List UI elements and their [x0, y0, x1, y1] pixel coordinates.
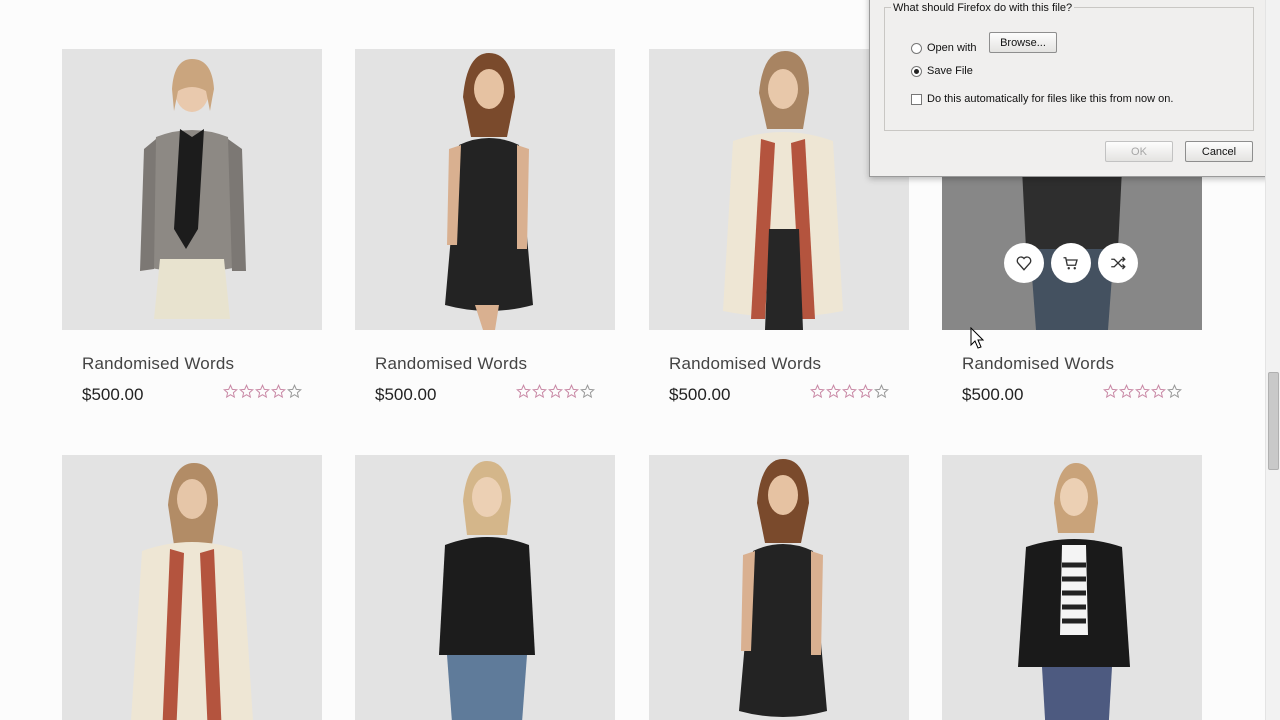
product-name[interactable]: Randomised Words [375, 354, 527, 374]
model-photo [739, 459, 827, 717]
rating-stars [516, 384, 595, 399]
star-empty-icon [287, 384, 302, 399]
model-photo [445, 53, 533, 330]
hover-actions [1004, 243, 1138, 283]
save-file-label: Save File [927, 65, 973, 77]
product-name[interactable]: Randomised Words [962, 354, 1114, 374]
product-card[interactable] [649, 455, 909, 720]
star-filled-icon [516, 384, 531, 399]
star-filled-icon [255, 384, 270, 399]
browse-button[interactable]: Browse... [989, 32, 1057, 53]
rating-stars [810, 384, 889, 399]
rating-stars [223, 384, 302, 399]
star-filled-icon [271, 384, 286, 399]
star-filled-icon [532, 384, 547, 399]
star-filled-icon [826, 384, 841, 399]
star-filled-icon [223, 384, 238, 399]
product-card[interactable]: Randomised Words $500.00 [62, 49, 322, 404]
product-image[interactable] [649, 455, 909, 720]
star-filled-icon [842, 384, 857, 399]
model-photo [1018, 463, 1130, 720]
file-action-group: What should Firefox do with this file? O… [884, 2, 1254, 131]
auto-action-checkbox[interactable] [911, 94, 922, 105]
auto-action-label: Do this automatically for files like thi… [927, 93, 1174, 105]
cancel-button[interactable]: Cancel [1185, 141, 1253, 162]
add-to-cart-button[interactable] [1051, 243, 1091, 283]
compare-button[interactable] [1098, 243, 1138, 283]
product-image[interactable] [942, 455, 1202, 720]
model-photo [140, 59, 246, 319]
dialog-question: What should Firefox do with this file? [891, 2, 1075, 14]
product-name[interactable]: Randomised Words [669, 354, 821, 374]
star-empty-icon [1167, 384, 1182, 399]
star-filled-icon [239, 384, 254, 399]
product-image[interactable] [62, 49, 322, 330]
star-filled-icon [1135, 384, 1150, 399]
product-card[interactable]: Randomised Words $500.00 [355, 49, 615, 404]
wishlist-button[interactable] [1004, 243, 1044, 283]
cart-icon [1063, 257, 1078, 270]
star-filled-icon [1103, 384, 1118, 399]
star-filled-icon [858, 384, 873, 399]
product-image[interactable] [355, 49, 615, 330]
product-name[interactable]: Randomised Words [82, 354, 234, 374]
scrollbar-thumb[interactable] [1268, 372, 1279, 470]
shuffle-icon [1111, 256, 1126, 270]
product-card[interactable] [355, 455, 615, 720]
product-card[interactable] [942, 455, 1202, 720]
model-photo [131, 463, 253, 720]
star-empty-icon [874, 384, 889, 399]
open-with-label: Open with [927, 42, 977, 54]
rating-stars [1103, 384, 1182, 399]
product-image[interactable] [62, 455, 322, 720]
star-filled-icon [1151, 384, 1166, 399]
mouse-cursor-icon [970, 327, 984, 349]
product-price: $500.00 [375, 385, 437, 404]
download-dialog: What should Firefox do with this file? O… [869, 0, 1271, 177]
heart-icon [1016, 256, 1032, 271]
star-filled-icon [810, 384, 825, 399]
save-file-radio[interactable] [911, 66, 922, 77]
open-with-radio[interactable] [911, 43, 922, 54]
star-empty-icon [580, 384, 595, 399]
product-price: $500.00 [669, 385, 731, 404]
star-filled-icon [548, 384, 563, 399]
ok-button[interactable]: OK [1105, 141, 1173, 162]
page-scrollbar[interactable] [1265, 0, 1280, 720]
star-filled-icon [564, 384, 579, 399]
product-price: $500.00 [962, 385, 1024, 404]
product-image[interactable] [355, 455, 615, 720]
star-filled-icon [1119, 384, 1134, 399]
product-price: $500.00 [82, 385, 144, 404]
product-card[interactable] [62, 455, 322, 720]
model-photo [439, 461, 535, 720]
